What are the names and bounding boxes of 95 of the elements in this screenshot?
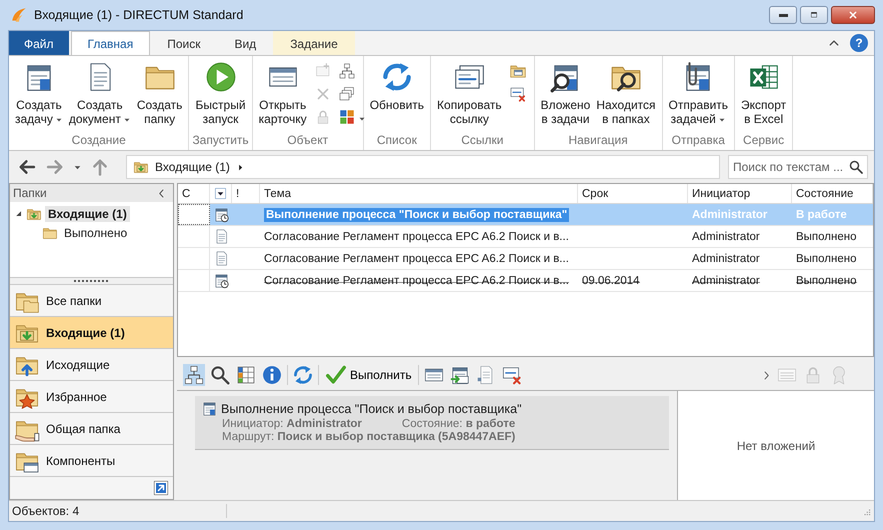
table-cell: Administrator	[692, 230, 760, 242]
nav-item[interactable]: Избранное	[10, 380, 173, 412]
ribbon-tab[interactable]: Вид	[217, 31, 274, 55]
table-cell: Согласование Регламент процесса EPC A6.2 Поиск и в...	[264, 230, 569, 242]
task-clock-icon	[212, 272, 230, 289]
ribbon-button[interactable]: Отправить задачей	[666, 60, 732, 131]
search-field[interactable]: Поиск по текстам ...	[728, 155, 868, 179]
preview-detail: Инициатор: Administrator	[222, 418, 362, 430]
table-cell: Administrator	[692, 274, 760, 286]
ribbon-button[interactable]: Создать папку	[134, 60, 186, 131]
table-row[interactable]: Согласование Регламент процесса EPC A6.2 Поиск и в... 09.06.2014 Administrator Выполнено	[178, 270, 873, 292]
column-header[interactable]: !	[232, 184, 260, 203]
refresh-icon[interactable]	[292, 364, 314, 386]
ribbon-button[interactable]: Быстрый запуск	[192, 60, 249, 131]
grid-list-icon[interactable]	[235, 364, 257, 386]
table-cell: В работе	[796, 208, 847, 220]
status-text: Объектов: 4	[12, 504, 227, 518]
ribbon-button[interactable]: Экспорт в Excel	[738, 60, 790, 131]
table-cell: 09.06.2014	[582, 274, 640, 286]
search-icon[interactable]	[848, 159, 864, 175]
table-cell: Согласование Регламент процесса EPC A6.2 Поиск и в...	[264, 274, 569, 286]
windows-icon[interactable]	[338, 85, 356, 103]
calendar-icon	[201, 400, 218, 417]
caret-icon[interactable]	[358, 115, 366, 123]
help-button[interactable]: ?	[850, 34, 868, 52]
nav-item[interactable]: Компоненты	[10, 444, 173, 476]
tree-item[interactable]: Выполнено	[61, 224, 130, 240]
group-label: Отправка	[672, 132, 725, 149]
preview-detail: Маршрут: Поиск и выбор поставщика (5A98447AEF)	[221, 431, 516, 443]
text-card-delete-icon[interactable]	[508, 85, 527, 103]
table-cell: Administrator	[692, 208, 768, 220]
maximize-button[interactable]	[800, 6, 828, 24]
preview-card[interactable]: Выполнение процесса "Поиск и выбор поставщика" Инициатор: Administrator Состояние: в работе Маршрут: Поиск и выбор поставщика (5A98447AEF)	[195, 396, 669, 450]
group-label: Запустить	[192, 132, 249, 149]
nav-item[interactable]: Общая папка	[10, 412, 173, 444]
ribbon-button[interactable]: Открыть карточку	[256, 60, 310, 131]
ribbon-button[interactable]: Вложено в задачи	[538, 60, 594, 131]
nav-item[interactable]: Исходящие	[10, 348, 173, 380]
ribbon-button[interactable]: Создать документ	[66, 60, 134, 131]
ribbon-button[interactable]: Копировать ссылку	[434, 60, 505, 131]
minimize-icon	[778, 14, 788, 16]
table-cell: Administrator	[692, 252, 760, 264]
group-label: Создание	[72, 132, 126, 149]
column-header[interactable]: С	[178, 184, 210, 203]
ribbon-tab[interactable]: Поиск	[150, 31, 218, 55]
execute-button[interactable]: Выполнить	[323, 364, 414, 386]
column-header[interactable]: Тема	[260, 184, 578, 203]
group-label: Объект	[287, 132, 328, 149]
address-bar[interactable]: Входящие (1)	[126, 155, 720, 179]
ribbon-button[interactable]: Создать задачу	[12, 60, 66, 131]
nav-item[interactable]: Все папки	[10, 284, 173, 316]
column-header[interactable]: Состояние	[792, 184, 873, 203]
group-label: Сервис	[743, 132, 784, 149]
group-label: Список	[376, 132, 417, 149]
group-label: Ссылки	[461, 132, 504, 149]
preview-detail: Состояние: в работе	[402, 418, 516, 430]
check-icon	[325, 364, 347, 386]
table-cell: Согласование Регламент процесса EPC A6.2 Поиск и в...	[264, 252, 569, 264]
inbox-folder-icon	[133, 159, 149, 175]
panel-title: Папки	[13, 186, 47, 200]
shortcut-icon[interactable]	[153, 480, 169, 496]
table-row[interactable]: Согласование Регламент процесса EPC A6.2 Поиск и в... Administrator Выполнено	[178, 226, 873, 248]
column-header[interactable]: Инициатор	[688, 184, 792, 203]
ribbon-button[interactable]: Находится в папках	[593, 60, 659, 131]
splitter-grip[interactable]	[74, 280, 110, 282]
table-cell: Выполнено	[796, 274, 857, 286]
window-title: Входящие (1) - DIRECTUM Standard	[34, 8, 244, 22]
table-cell: Выполнено	[796, 230, 857, 242]
back-arrow-icon[interactable]	[17, 157, 37, 177]
group-label: Навигация	[568, 132, 628, 149]
tiles-icon[interactable]	[338, 108, 356, 126]
breadcrumb[interactable]: Входящие (1)	[155, 160, 230, 174]
minimize-button[interactable]	[769, 6, 797, 24]
ribbon-tab[interactable]: Задание	[273, 31, 355, 55]
table-cell: Выполнение процесса "Поиск и выбор поставщика"	[264, 208, 570, 222]
preview-title: Выполнение процесса "Поиск и выбор поставщика"	[221, 402, 522, 416]
close-button[interactable]	[831, 6, 875, 24]
empty-message: Нет вложений	[736, 438, 816, 452]
hierarchy-icon[interactable]	[338, 62, 356, 80]
tree-toggle-icon[interactable]	[14, 209, 23, 218]
hierarchy-icon[interactable]	[183, 364, 205, 386]
ribbon-button[interactable]: Обновить	[366, 60, 428, 131]
column-header[interactable]: Срок	[578, 184, 688, 203]
tree-item[interactable]: Входящие (1)	[45, 206, 130, 222]
ribbon-tab[interactable]: Файл	[9, 31, 69, 55]
nav-item[interactable]: Входящие (1)	[10, 316, 173, 348]
task-clock-icon	[212, 206, 230, 223]
table-row[interactable]: Согласование Регламент процесса EPC A6.2 Поиск и в... Administrator Выполнено	[178, 248, 873, 270]
search-icon[interactable]	[209, 364, 231, 386]
ribbon-tab[interactable]: Главная	[70, 31, 150, 55]
info-icon[interactable]	[261, 364, 283, 386]
play-icon	[204, 60, 238, 94]
column-menu-icon[interactable]	[214, 187, 227, 200]
logo-icon	[10, 6, 28, 24]
table-cell: Выполнено	[796, 252, 857, 264]
